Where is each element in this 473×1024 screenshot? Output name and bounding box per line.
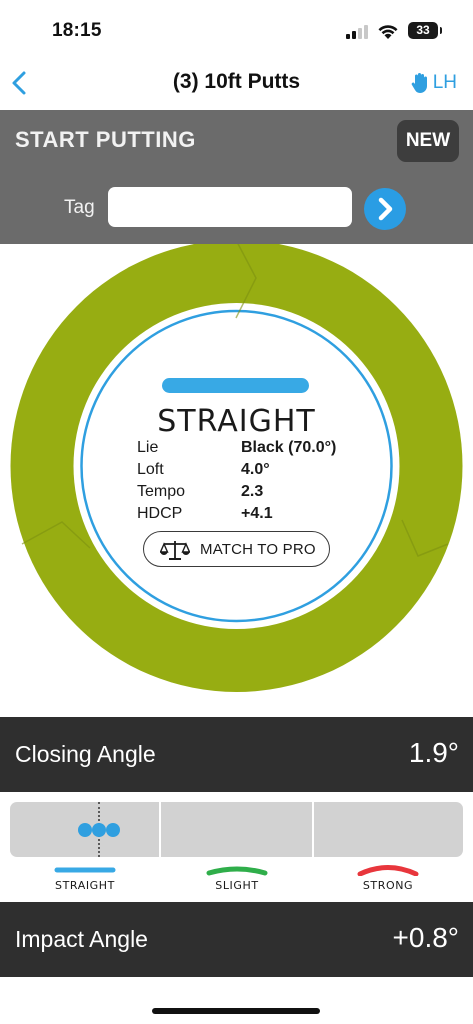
stat-value: Black (70.0°): [241, 439, 337, 456]
legend-strong: STRONG: [328, 864, 448, 892]
legend-label: STRAIGHT: [55, 879, 115, 892]
stat-row-lie: Lie Black (70.0°): [137, 439, 347, 461]
closing-angle-label: Closing Angle: [15, 741, 156, 767]
tag-input[interactable]: [108, 187, 352, 227]
chevron-right-icon: [378, 197, 393, 221]
nav-bar: (3) 10ft Putts LH: [0, 58, 473, 110]
impact-angle-label: Impact Angle: [15, 926, 148, 952]
balance-scale-icon: [160, 541, 190, 560]
stat-row-hdcp: HDCP +4.1: [137, 505, 347, 527]
impact-angle-bar: Impact Angle +0.8°: [0, 902, 473, 977]
page-title: (3) 10ft Putts: [172, 70, 301, 93]
hand-toggle-button[interactable]: LH: [411, 70, 457, 96]
home-indicator[interactable]: [152, 1008, 320, 1014]
stroke-dot: [78, 823, 92, 837]
status-time: 18:15: [52, 20, 102, 41]
hand-label: LH: [432, 72, 457, 93]
new-session-button[interactable]: NEW: [397, 120, 459, 162]
hand-icon: [411, 73, 427, 93]
straight-indicator-bar: [162, 378, 309, 393]
closing-angle-gauge: [10, 802, 463, 857]
tag-submit-button[interactable]: [364, 188, 406, 230]
stroke-dot: [106, 823, 120, 837]
wifi-icon: [378, 25, 398, 39]
stat-value: 2.3: [241, 483, 264, 500]
gauge-divider: [159, 802, 161, 857]
stroke-dot: [92, 823, 106, 837]
start-putting-panel: START PUTTING NEW Tag: [0, 110, 473, 244]
stat-value: 4.0°: [241, 461, 270, 478]
stat-row-loft: Loft 4.0°: [137, 461, 347, 483]
stat-key: Lie: [137, 439, 159, 456]
strong-legend-arc: [357, 865, 419, 876]
start-putting-title: START PUTTING: [15, 127, 196, 152]
closing-angle-value: 1.9°: [408, 737, 459, 768]
straight-legend-line: [54, 867, 116, 873]
stat-row-tempo: Tempo 2.3: [137, 483, 347, 505]
stat-value: +4.1: [241, 505, 273, 522]
stat-key: Tempo: [137, 483, 186, 500]
stat-key: Loft: [137, 461, 164, 478]
legend-slight: SLIGHT: [177, 864, 297, 892]
battery-icon: 33: [408, 22, 442, 39]
status-bar: 18:15 33: [0, 0, 473, 58]
stat-key: HDCP: [137, 505, 183, 522]
legend-label: STRONG: [362, 879, 414, 892]
match-to-pro-label: MATCH TO PRO: [200, 541, 316, 558]
legend-straight: STRAIGHT: [25, 864, 145, 892]
slight-legend-arc: [206, 866, 268, 876]
cellular-signal-icon: [346, 25, 368, 39]
impact-angle-value: +0.8°: [392, 922, 459, 953]
result-label: STRAIGHT: [157, 404, 316, 439]
match-to-pro-button[interactable]: MATCH TO PRO: [143, 531, 330, 567]
tag-label: Tag: [64, 197, 95, 218]
legend-label: SLIGHT: [215, 879, 259, 892]
closing-angle-bar: Closing Angle 1.9°: [0, 717, 473, 792]
gauge-divider: [312, 802, 314, 857]
